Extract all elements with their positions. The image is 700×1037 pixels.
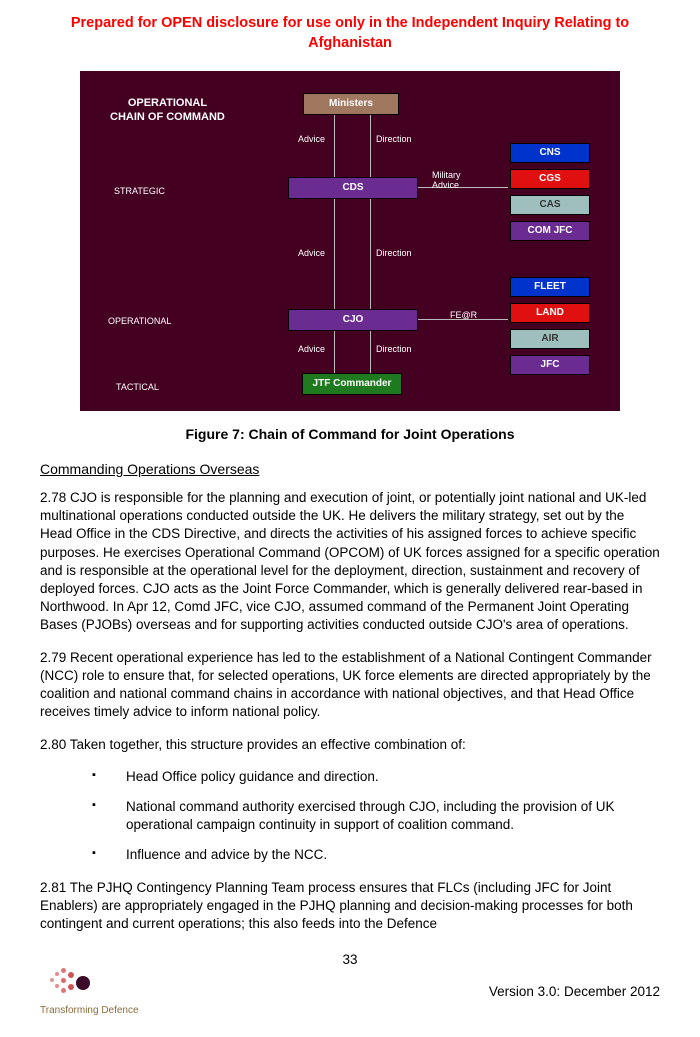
box-cjo: CJO <box>288 309 418 331</box>
arrow-label-advice: Advice <box>298 247 325 259</box>
list-item-text: Head Office policy guidance and directio… <box>126 768 379 786</box>
classification-banner: Prepared for OPEN disclosure for use onl… <box>40 0 660 71</box>
section-heading: Commanding Operations Overseas <box>40 460 660 479</box>
figure-caption: Figure 7: Chain of Command for Joint Ope… <box>40 425 660 444</box>
box-jtf-commander: JTF Commander <box>302 373 402 395</box>
bullet-icon: ▪ <box>92 768 126 786</box>
logo-text: Transforming Defence <box>40 1004 160 1018</box>
box-cgs: CGS <box>510 169 590 189</box>
box-air: AIR <box>510 329 590 349</box>
page-footer: Transforming Defence 33 Version 3.0: Dec… <box>40 947 660 1017</box>
level-operational: OPERATIONAL <box>108 315 171 327</box>
level-strategic: STRATEGIC <box>114 185 165 197</box>
box-cds: CDS <box>288 177 418 199</box>
logo-icon <box>50 968 92 1002</box>
bullet-icon: ▪ <box>92 846 126 864</box>
page-number: 33 <box>342 951 357 969</box>
level-tactical: TACTICAL <box>116 381 159 393</box>
arrow-label-advice: Advice <box>298 133 325 145</box>
arrow-label-direction: Direction <box>376 247 412 259</box>
paragraph-280: 2.80 Taken together, this structure prov… <box>40 736 660 754</box>
box-cas: CAS <box>510 195 590 215</box>
box-jfc: JFC <box>510 355 590 375</box>
paragraph-281: 2.81 The PJHQ Contingency Planning Team … <box>40 879 660 934</box>
box-land: LAND <box>510 303 590 323</box>
box-ministers: Ministers <box>303 93 399 115</box>
version-text: Version 3.0: December 2012 <box>489 983 660 1001</box>
list-item-text: Influence and advice by the NCC. <box>126 846 327 864</box>
arrow-label-military-advice: Military Advice <box>432 171 461 191</box>
list-item: ▪Head Office policy guidance and directi… <box>92 768 660 786</box>
chain-of-command-diagram: OPERATIONAL CHAIN OF COMMAND STRATEGIC O… <box>80 71 620 411</box>
box-fleet: FLEET <box>510 277 590 297</box>
list-item: ▪National command authority exercised th… <box>92 798 660 834</box>
arrow-label-advice: Advice <box>298 343 325 355</box>
arrow-label-direction: Direction <box>376 133 412 145</box>
list-item: ▪Influence and advice by the NCC. <box>92 846 660 864</box>
box-cns: CNS <box>510 143 590 163</box>
bullet-icon: ▪ <box>92 798 126 834</box>
arrow-label-fer: FE@R <box>450 309 477 321</box>
list-item-text: National command authority exercised thr… <box>126 798 660 834</box>
paragraph-279: 2.79 Recent operational experience has l… <box>40 649 660 722</box>
transforming-defence-logo: Transforming Defence <box>40 968 160 1018</box>
document-page: Prepared for OPEN disclosure for use onl… <box>0 0 700 1037</box>
arrow-label-direction: Direction <box>376 343 412 355</box>
box-com-jfc: COM JFC <box>510 221 590 241</box>
bullet-list: ▪Head Office policy guidance and directi… <box>92 768 660 865</box>
diagram-title: OPERATIONAL CHAIN OF COMMAND <box>110 97 225 125</box>
paragraph-278: 2.78 CJO is responsible for the planning… <box>40 489 660 635</box>
